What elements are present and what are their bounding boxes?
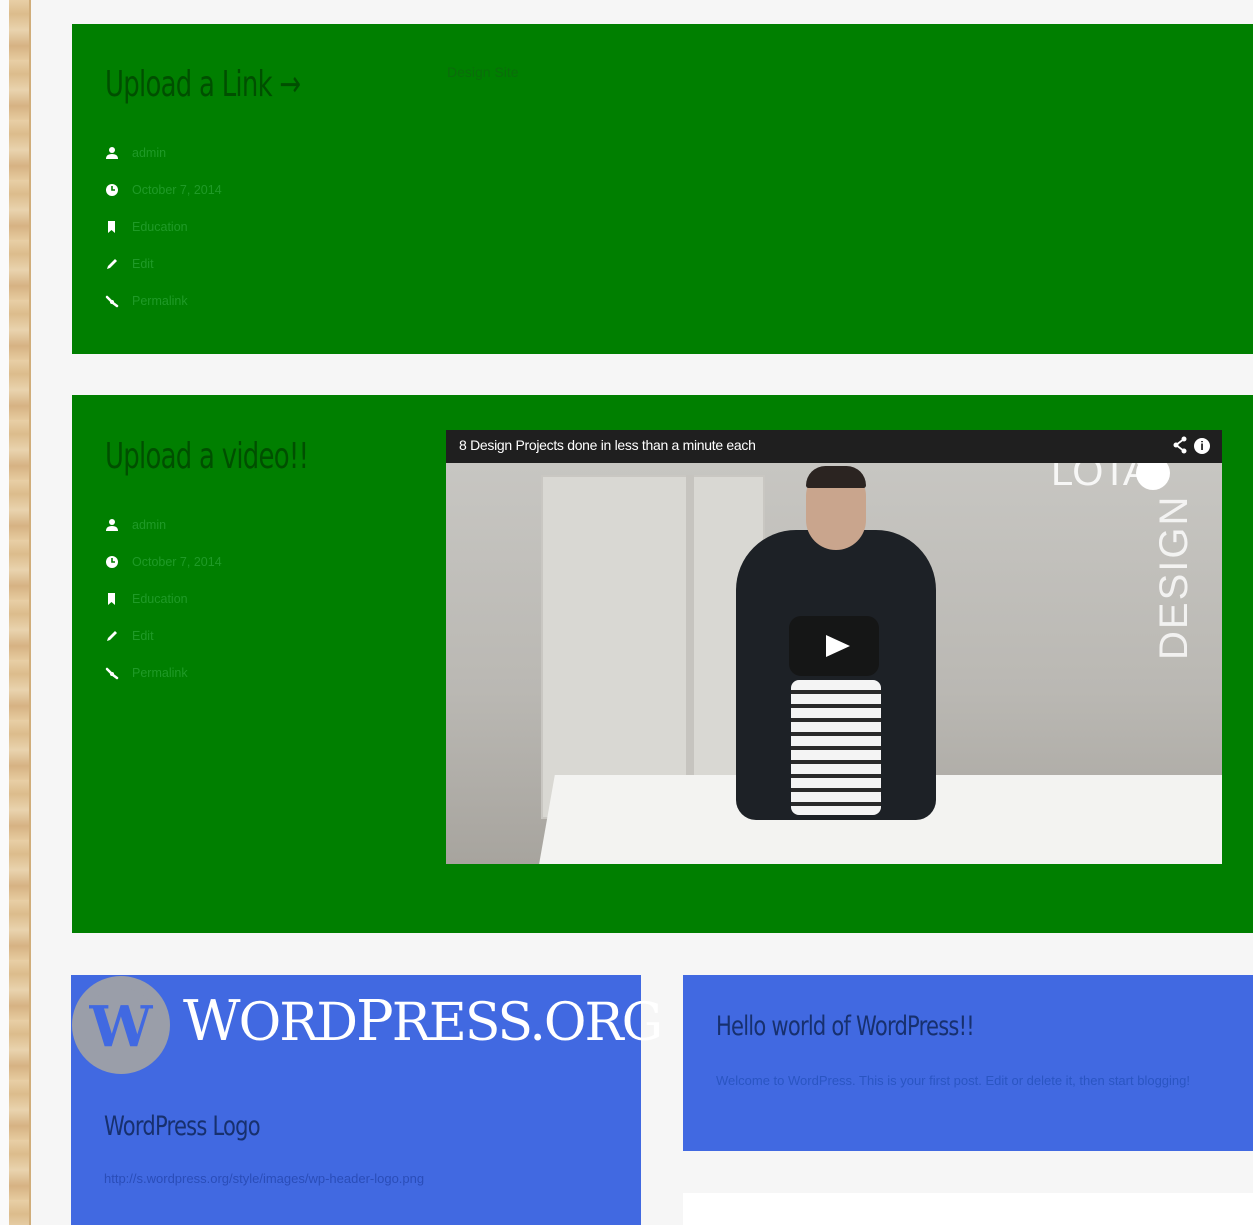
meta-edit: Edit — [105, 617, 222, 654]
meta-permalink: Permalink — [105, 654, 222, 691]
meta-author: admin — [105, 134, 222, 171]
link-text[interactable]: Design Site — [447, 64, 519, 80]
video-title-bar: 8 Design Projects done in less than a mi… — [446, 430, 1222, 463]
permalink-link[interactable]: Permalink — [132, 294, 188, 308]
share-icon[interactable] — [1172, 436, 1188, 459]
user-icon — [105, 518, 119, 532]
category-link[interactable]: Education — [132, 220, 188, 234]
date-link[interactable]: October 7, 2014 — [132, 183, 222, 197]
post-card-empty — [683, 1193, 1253, 1225]
link-icon — [105, 666, 119, 680]
permalink-link[interactable]: Permalink — [132, 666, 188, 680]
video-frame-hair — [806, 466, 866, 488]
meta-author: admin — [105, 506, 222, 543]
meta-date: October 7, 2014 — [105, 171, 222, 208]
play-icon[interactable] — [789, 616, 879, 676]
category-link[interactable]: Education — [132, 592, 188, 606]
meta-date: October 7, 2014 — [105, 543, 222, 580]
user-icon — [105, 146, 119, 160]
video-frame-object — [791, 680, 881, 815]
meta-category: Education — [105, 580, 222, 617]
meta-permalink: Permalink — [105, 282, 222, 319]
post-card-hello: Hello world of WordPress!! Welcome to Wo… — [683, 975, 1253, 1151]
page-edge — [0, 0, 9, 1225]
meta-category: Education — [105, 208, 222, 245]
wordpress-logo[interactable]: W WORDPRESS.ORG — [71, 975, 663, 1075]
post-card-image: W WORDPRESS.ORG WordPress Logo http://s.… — [71, 975, 663, 1225]
link-icon — [105, 294, 119, 308]
clock-icon — [105, 555, 119, 569]
author-link[interactable]: admin — [132, 146, 166, 160]
bookmark-icon — [105, 592, 119, 606]
post-title[interactable]: WordPress Logo — [104, 1111, 261, 1142]
wood-border-edge — [29, 0, 31, 1225]
clock-icon — [105, 183, 119, 197]
edit-link[interactable]: Edit — [132, 257, 154, 271]
post-card-video: Upload a video!! admin October 7, 2014 E… — [72, 395, 1253, 933]
edit-link[interactable]: Edit — [132, 629, 154, 643]
video-frame-door — [541, 475, 765, 819]
meta-edit: Edit — [105, 245, 222, 282]
video-frame-door-edge — [686, 475, 694, 815]
video-watermark-design: DESIGN — [1152, 494, 1196, 660]
post-title[interactable]: Hello world of WordPress!! — [716, 1011, 975, 1042]
post-meta: admin October 7, 2014 Education Edit Per… — [105, 506, 222, 691]
wordpress-logo-text: WORDPRESS.ORG — [183, 989, 663, 1054]
video-player[interactable]: LOTA DESIGN 8 Design Projects done in le… — [446, 430, 1222, 864]
post-title[interactable]: Upload a video!! — [105, 436, 309, 477]
video-title[interactable]: 8 Design Projects done in less than a mi… — [459, 437, 756, 453]
info-icon[interactable]: i — [1194, 438, 1210, 454]
bookmark-icon — [105, 220, 119, 234]
image-url[interactable]: http://s.wordpress.org/style/images/wp-h… — [104, 1171, 424, 1186]
post-title[interactable]: Upload a Link → — [105, 64, 301, 105]
date-link[interactable]: October 7, 2014 — [132, 555, 222, 569]
post-excerpt: Welcome to WordPress. This is your first… — [716, 1073, 1190, 1088]
post-meta: admin October 7, 2014 Education Edit Per… — [105, 134, 222, 319]
post-card-link: Upload a Link → Design Site admin Octobe… — [72, 24, 1253, 354]
author-link[interactable]: admin — [132, 518, 166, 532]
pencil-icon — [105, 257, 119, 271]
pencil-icon — [105, 629, 119, 643]
wordpress-logo-icon: W — [72, 976, 170, 1074]
